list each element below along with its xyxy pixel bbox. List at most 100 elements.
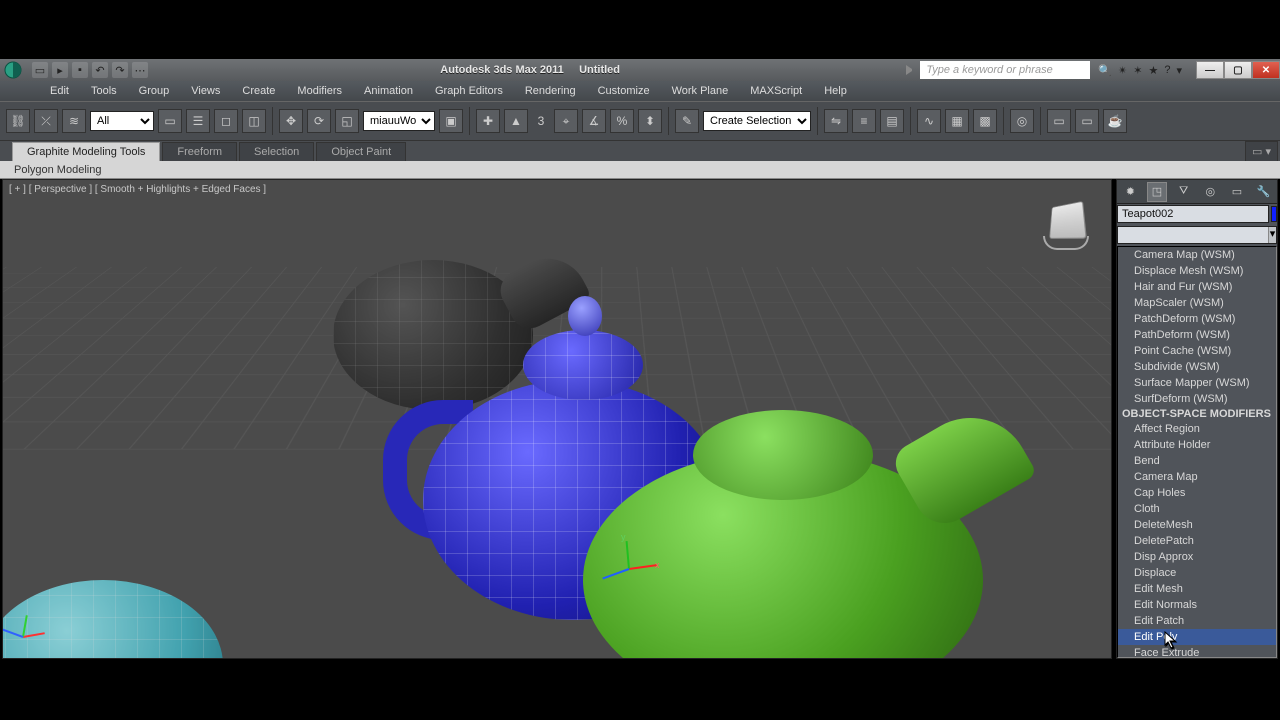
viewport-label[interactable]: [ + ] [ Perspective ] [ Smooth + Highlig… [9, 184, 266, 195]
redo-icon[interactable]: ↷ [112, 62, 128, 78]
help-dropdown-icon[interactable]: ▾ [1176, 64, 1182, 77]
app-menu-icon[interactable] [0, 59, 26, 81]
menu-tools[interactable]: Tools [81, 83, 127, 99]
ribbon-tab-object-paint[interactable]: Object Paint [316, 142, 406, 161]
manipulate-icon[interactable]: ✚ [476, 109, 500, 133]
bind-space-warp-icon[interactable]: ≋ [62, 109, 86, 133]
menu-views[interactable]: Views [181, 83, 230, 99]
close-button[interactable]: ✕ [1252, 61, 1280, 79]
ribbon-tab-graphite-modeling-tools[interactable]: Graphite Modeling Tools [12, 142, 160, 161]
rotate-icon[interactable]: ⟳ [307, 109, 331, 133]
viewport[interactable]: [ + ] [ Perspective ] [ Smooth + Highlig… [2, 179, 1112, 659]
ribbon-panel-label[interactable]: Polygon Modeling [0, 161, 1280, 179]
move-icon[interactable]: ✥ [279, 109, 303, 133]
communication-icon[interactable]: ✶ [1133, 64, 1142, 77]
modifier-item[interactable]: Cloth [1118, 501, 1276, 517]
save-file-icon[interactable]: ▪ [72, 62, 88, 78]
subscription-icon[interactable]: ✴ [1118, 64, 1127, 77]
menu-rendering[interactable]: Rendering [515, 83, 586, 99]
modifier-item[interactable]: Surface Mapper (WSM) [1118, 375, 1276, 391]
modifier-item[interactable]: PathDeform (WSM) [1118, 327, 1276, 343]
modifier-item[interactable]: PatchDeform (WSM) [1118, 311, 1276, 327]
modifier-item[interactable]: Edit Patch [1118, 613, 1276, 629]
curve-editor-icon[interactable]: ∿ [917, 109, 941, 133]
ribbon-tab-selection[interactable]: Selection [239, 142, 314, 161]
scale-icon[interactable]: ◱ [335, 109, 359, 133]
modifier-item[interactable]: Camera Map [1118, 469, 1276, 485]
modifier-item[interactable]: Point Cache (WSM) [1118, 343, 1276, 359]
material-editor-icon[interactable]: ▩ [973, 109, 997, 133]
menu-help[interactable]: Help [814, 83, 857, 99]
modifier-item[interactable]: Subdivide (WSM) [1118, 359, 1276, 375]
utilities-tab-icon[interactable]: 🔧 [1254, 182, 1274, 202]
selection-filter-dropdown[interactable]: All [90, 111, 154, 131]
modifier-item[interactable]: Disp Approx [1118, 549, 1276, 565]
display-tab-icon[interactable]: ▭ [1227, 182, 1247, 202]
modifier-item[interactable]: DeleteMesh [1118, 517, 1276, 533]
modifier-item[interactable]: Displace [1118, 565, 1276, 581]
modifier-item[interactable]: Camera Map (WSM) [1118, 247, 1276, 263]
help-icon[interactable]: ? [1164, 64, 1170, 77]
modifier-item[interactable]: Bend [1118, 453, 1276, 469]
select-object-icon[interactable]: ▭ [158, 109, 182, 133]
motion-tab-icon[interactable]: ◎ [1200, 182, 1220, 202]
menu-edit[interactable]: Edit [40, 83, 79, 99]
create-tab-icon[interactable]: ✹ [1120, 182, 1140, 202]
render-iterative-icon[interactable]: ☕ [1103, 109, 1127, 133]
qat-more-icon[interactable]: ⋯ [132, 62, 148, 78]
modifier-item[interactable]: Affect Region [1118, 421, 1276, 437]
keyboard-shortcut-icon[interactable]: ▲ [504, 109, 528, 133]
menu-group[interactable]: Group [129, 83, 180, 99]
menu-create[interactable]: Create [232, 83, 285, 99]
spinner-snap-icon[interactable]: ⬍ [638, 109, 662, 133]
snap-toggle-icon[interactable]: ⌖ [554, 109, 578, 133]
edit-selection-set-icon[interactable]: ✎ [675, 109, 699, 133]
modifier-item[interactable]: Displace Mesh (WSM) [1118, 263, 1276, 279]
menu-customize[interactable]: Customize [588, 83, 660, 99]
modifier-item[interactable]: Hair and Fur (WSM) [1118, 279, 1276, 295]
modifier-list-dropdown[interactable]: ▾ [1117, 226, 1277, 244]
rendered-frame-icon[interactable]: ▭ [1047, 109, 1071, 133]
hierarchy-tab-icon[interactable]: ⛛ [1174, 182, 1194, 202]
menu-modifiers[interactable]: Modifiers [287, 83, 352, 99]
modifier-item[interactable]: DeletePatch [1118, 533, 1276, 549]
select-region-icon[interactable]: ◻ [214, 109, 238, 133]
undo-icon[interactable]: ↶ [92, 62, 108, 78]
viewcube[interactable] [1039, 198, 1093, 252]
mirror-icon[interactable]: ⇋ [824, 109, 848, 133]
chevron-down-icon[interactable]: ▾ [1268, 227, 1276, 243]
named-selection-dropdown[interactable]: Create Selection Se [703, 111, 811, 131]
object-color-swatch[interactable] [1271, 206, 1277, 222]
render-setup-icon[interactable]: ◎ [1010, 109, 1034, 133]
modifier-item[interactable]: Edit Mesh [1118, 581, 1276, 597]
layers-icon[interactable]: ▤ [880, 109, 904, 133]
ribbon-min-icon[interactable]: ▭ ▾ [1245, 141, 1278, 161]
ribbon-tab-freeform[interactable]: Freeform [162, 142, 237, 161]
modifier-list[interactable]: Camera Map (WSM)Displace Mesh (WSM)Hair … [1117, 246, 1277, 658]
teapot-green-selected-object[interactable] [523, 410, 1023, 659]
modifier-item[interactable]: Attribute Holder [1118, 437, 1276, 453]
modifier-item[interactable]: SurfDeform (WSM) [1118, 391, 1276, 407]
infocenter-search-icon[interactable]: 🔍 [1098, 64, 1112, 77]
menu-maxscript[interactable]: MAXScript [740, 83, 812, 99]
unlink-icon[interactable]: ⤫ [34, 109, 58, 133]
object-name-input[interactable] [1117, 205, 1269, 223]
link-icon[interactable]: ⛓ [6, 109, 30, 133]
align-icon[interactable]: ≡ [852, 109, 876, 133]
minimize-button[interactable]: — [1196, 61, 1224, 79]
menu-work-plane[interactable]: Work Plane [662, 83, 739, 99]
schematic-view-icon[interactable]: ▦ [945, 109, 969, 133]
menu-animation[interactable]: Animation [354, 83, 423, 99]
search-play-icon[interactable] [906, 65, 916, 75]
menu-graph-editors[interactable]: Graph Editors [425, 83, 513, 99]
modifier-filter-input[interactable] [1118, 227, 1268, 243]
modifier-item[interactable]: Edit Normals [1118, 597, 1276, 613]
search-input[interactable]: Type a keyword or phrase [920, 61, 1090, 79]
pivot-icon[interactable]: ▣ [439, 109, 463, 133]
percent-snap-icon[interactable]: % [610, 109, 634, 133]
new-file-icon[interactable]: ▭ [32, 62, 48, 78]
modify-tab-icon[interactable]: ◳ [1147, 182, 1167, 202]
favorites-icon[interactable]: ★ [1148, 64, 1158, 77]
select-by-name-icon[interactable]: ☰ [186, 109, 210, 133]
angle-snap-icon[interactable]: ∡ [582, 109, 606, 133]
